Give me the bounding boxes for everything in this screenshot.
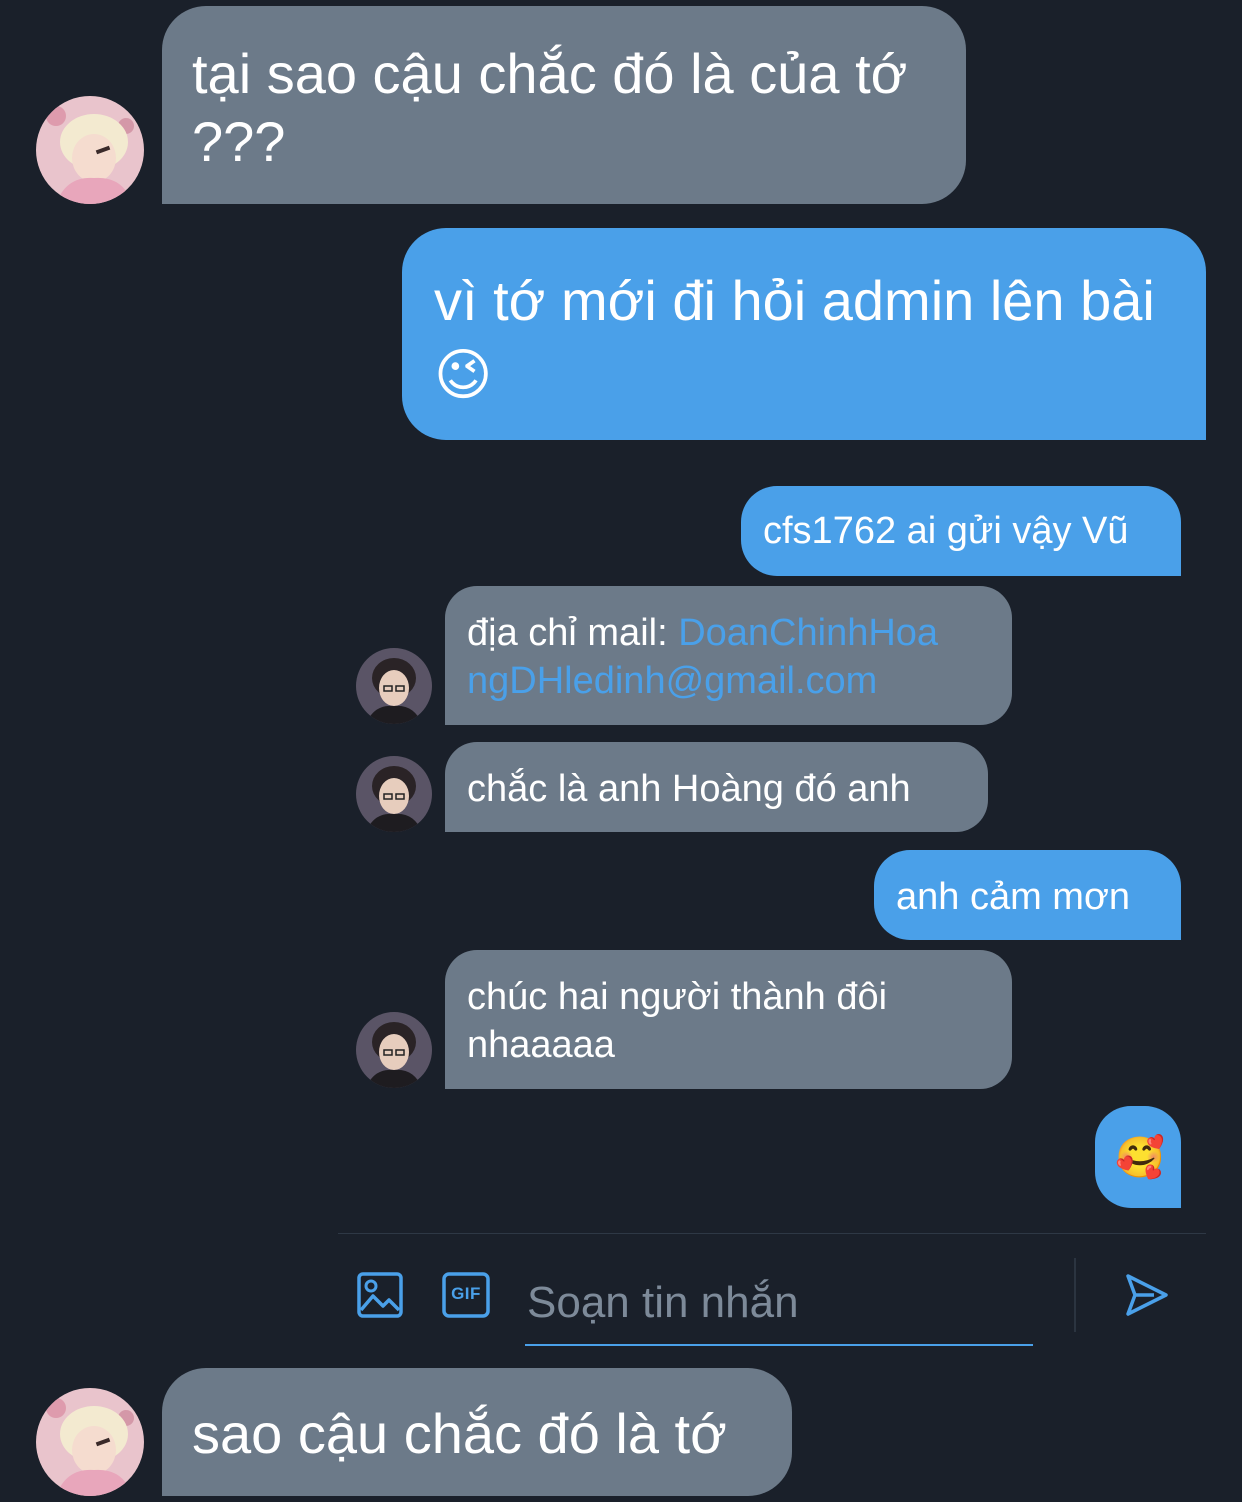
composer-divider [338,1233,1206,1234]
send-icon[interactable] [1124,1272,1170,1318]
message-bubble-received: tại sao cậu chắc đó là của tớ ??? [162,6,966,204]
avatar[interactable] [356,756,432,832]
avatar-image [356,648,432,724]
message-text: sao cậu chắc đó là tớ [192,1402,727,1465]
message-text: cfs1762 ai gửi vậy Vũ [763,510,1129,552]
wink-emoji-icon: 😉 [434,342,493,406]
image-icon[interactable] [357,1272,403,1318]
avatar-image [36,1388,144,1496]
avatar[interactable] [36,96,144,204]
message-bubble-sent: vì tớ mới đi hỏi admin lên bài 😉 [402,228,1206,440]
message-text: tại sao cậu chắc đó là của tớ ??? [192,42,908,174]
composer-separator [1074,1258,1076,1332]
message-text: chúc hai người thành đôi nhaaaaa [467,976,888,1066]
avatar[interactable] [356,1012,432,1088]
avatar[interactable] [36,1388,144,1496]
message-bubble-received: chắc là anh Hoàng đó anh [445,742,988,832]
avatar-image [356,1012,432,1088]
message-text: anh cảm mơn [896,876,1131,918]
avatar[interactable] [356,648,432,724]
message-bubble-received: sao cậu chắc đó là tớ [162,1368,792,1496]
gif-label: GIF [451,1284,481,1303]
message-input[interactable] [525,1262,1033,1346]
message-bubble-sent: 🥰 [1095,1106,1181,1208]
avatar-image [356,756,432,832]
message-bubble-sent: cfs1762 ai gửi vậy Vũ [741,486,1181,576]
smiling-face-with-hearts-emoji-icon: 🥰 [1115,1136,1165,1180]
gif-icon[interactable]: GIF [442,1272,490,1318]
message-bubble-received: địa chỉ mail: DoanChinhHoa ngDHledinh@gma… [445,586,1012,725]
message-bubble-sent: anh cảm mơn [874,850,1181,940]
message-text: vì tớ mới đi hỏi admin lên bài [434,269,1155,332]
message-bubble-received: chúc hai người thành đôi nhaaaaa [445,950,1012,1089]
message-text: chắc là anh Hoàng đó anh [467,768,911,810]
message-text: địa chỉ mail: [467,612,679,654]
avatar-image [36,96,144,204]
